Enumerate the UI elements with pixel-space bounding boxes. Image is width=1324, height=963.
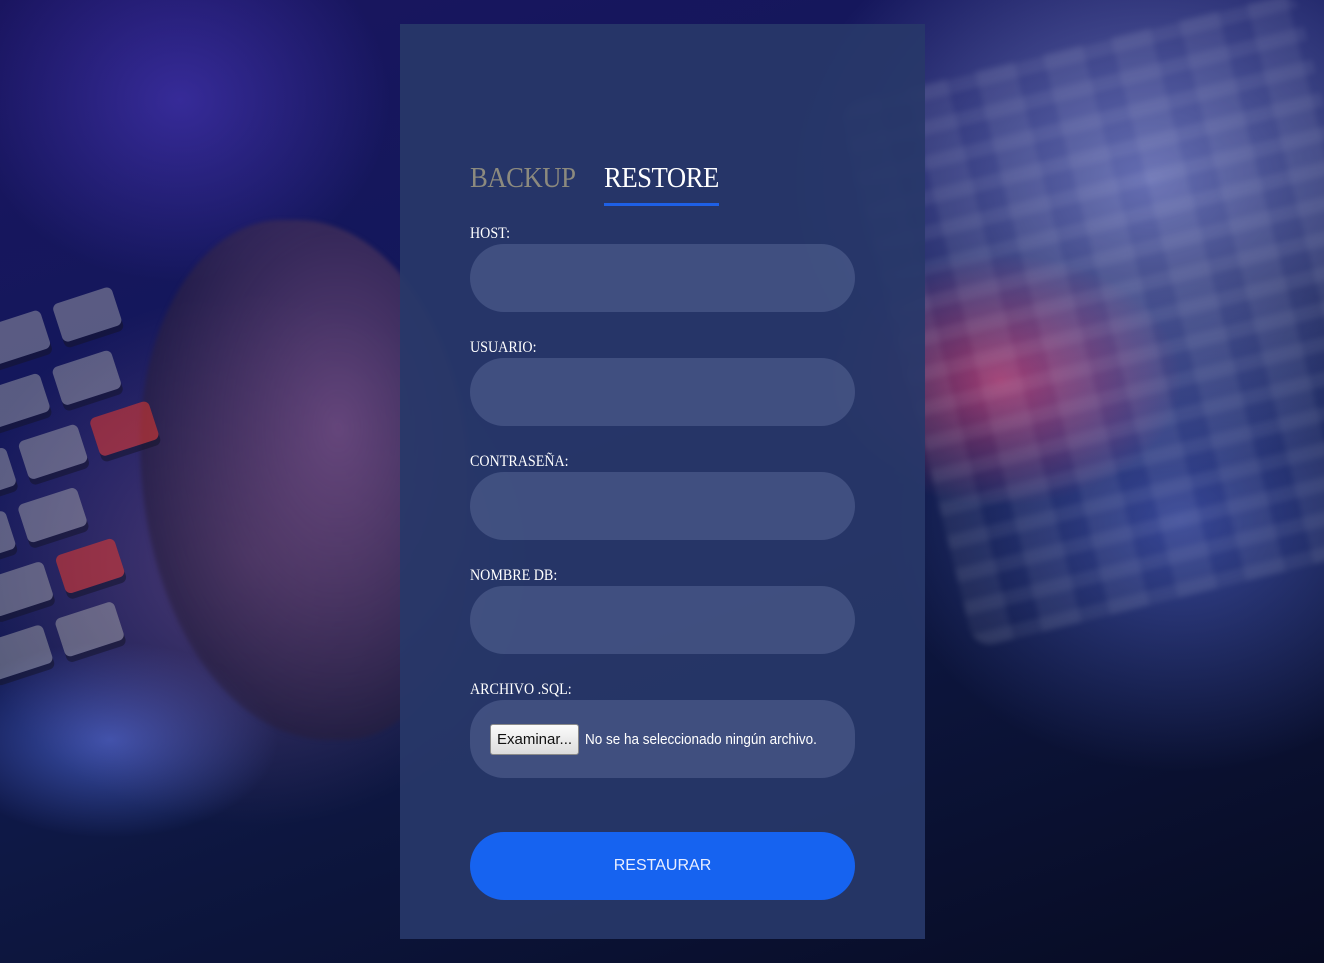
tab-backup[interactable]: BACKUP xyxy=(470,162,576,206)
tab-bar: BACKUP RESTORE xyxy=(470,162,729,206)
user-field-group: USUARIO: xyxy=(470,338,855,426)
restore-panel: BACKUP RESTORE HOST: USUARIO: CONTRASEÑA… xyxy=(400,24,925,939)
file-input-box: Examinar... No se ha seleccionado ningún… xyxy=(470,700,855,778)
restore-submit-button[interactable]: RESTAURAR xyxy=(470,832,855,900)
password-field-group: CONTRASEÑA: xyxy=(470,452,855,540)
dbname-label: NOMBRE DB: xyxy=(470,567,558,584)
user-label: USUARIO: xyxy=(470,339,537,356)
file-field-group: ARCHIVO .SQL: Examinar... No se ha selec… xyxy=(470,680,855,778)
password-input[interactable] xyxy=(470,472,855,540)
tab-restore[interactable]: RESTORE xyxy=(603,162,719,206)
dbname-input[interactable] xyxy=(470,586,855,654)
file-status-text: No se ha seleccionado ningún archivo. xyxy=(585,730,817,748)
dbname-field-group: NOMBRE DB: xyxy=(470,566,855,654)
host-input[interactable] xyxy=(470,244,855,312)
file-label: ARCHIVO .SQL: xyxy=(470,681,572,698)
password-label: CONTRASEÑA: xyxy=(470,453,569,470)
host-field-group: HOST: xyxy=(470,224,855,312)
user-input[interactable] xyxy=(470,358,855,426)
browse-file-button[interactable]: Examinar... xyxy=(490,723,580,755)
host-label: HOST: xyxy=(470,225,510,242)
